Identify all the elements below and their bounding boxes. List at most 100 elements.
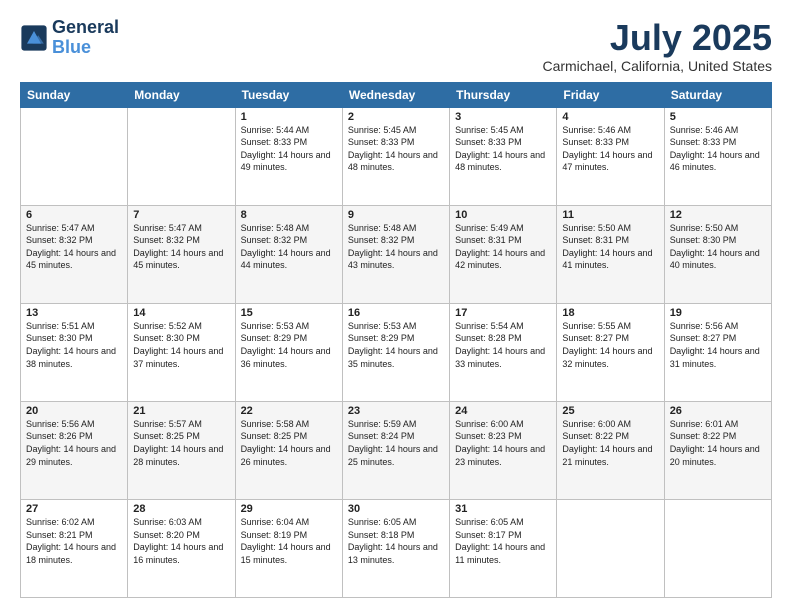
calendar-cell: 12 Sunrise: 5:50 AM Sunset: 8:30 PM Dayl… xyxy=(664,205,771,303)
calendar-cell: 8 Sunrise: 5:48 AM Sunset: 8:32 PM Dayli… xyxy=(235,205,342,303)
calendar-cell: 5 Sunrise: 5:46 AM Sunset: 8:33 PM Dayli… xyxy=(664,107,771,205)
calendar-header: Sunday Monday Tuesday Wednesday Thursday… xyxy=(21,82,772,107)
day-info: Sunrise: 5:59 AM Sunset: 8:24 PM Dayligh… xyxy=(348,418,444,468)
day-info: Sunrise: 5:48 AM Sunset: 8:32 PM Dayligh… xyxy=(348,222,444,272)
day-info: Sunrise: 6:03 AM Sunset: 8:20 PM Dayligh… xyxy=(133,516,229,566)
sunset: Sunset: 8:32 PM xyxy=(241,235,308,245)
sunset: Sunset: 8:27 PM xyxy=(562,333,629,343)
daylight: Daylight: 14 hours and 45 minutes. xyxy=(26,248,116,271)
day-info: Sunrise: 5:46 AM Sunset: 8:33 PM Dayligh… xyxy=(670,124,766,174)
daylight: Daylight: 14 hours and 38 minutes. xyxy=(26,346,116,369)
logo-icon xyxy=(20,24,48,52)
daylight: Daylight: 14 hours and 43 minutes. xyxy=(348,248,438,271)
sunset: Sunset: 8:23 PM xyxy=(455,431,522,441)
sunset: Sunset: 8:25 PM xyxy=(241,431,308,441)
sunset: Sunset: 8:31 PM xyxy=(562,235,629,245)
day-number: 18 xyxy=(562,307,658,319)
sunrise: Sunrise: 5:45 AM xyxy=(455,125,524,135)
header-thursday: Thursday xyxy=(450,82,557,107)
day-info: Sunrise: 6:05 AM Sunset: 8:18 PM Dayligh… xyxy=(348,516,444,566)
calendar-cell: 18 Sunrise: 5:55 AM Sunset: 8:27 PM Dayl… xyxy=(557,303,664,401)
day-number: 26 xyxy=(670,405,766,417)
day-number: 25 xyxy=(562,405,658,417)
day-number: 11 xyxy=(562,209,658,221)
calendar-body: 1 Sunrise: 5:44 AM Sunset: 8:33 PM Dayli… xyxy=(21,107,772,597)
day-number: 8 xyxy=(241,209,337,221)
calendar-cell: 30 Sunrise: 6:05 AM Sunset: 8:18 PM Dayl… xyxy=(342,499,449,597)
sunrise: Sunrise: 5:47 AM xyxy=(26,223,95,233)
day-number: 15 xyxy=(241,307,337,319)
sunrise: Sunrise: 6:02 AM xyxy=(26,517,95,527)
day-info: Sunrise: 6:05 AM Sunset: 8:17 PM Dayligh… xyxy=(455,516,551,566)
day-number: 10 xyxy=(455,209,551,221)
day-number: 5 xyxy=(670,111,766,123)
sunrise: Sunrise: 5:58 AM xyxy=(241,419,310,429)
sunrise: Sunrise: 5:48 AM xyxy=(241,223,310,233)
day-number: 9 xyxy=(348,209,444,221)
logo-line1: General xyxy=(52,18,119,38)
calendar-cell: 25 Sunrise: 6:00 AM Sunset: 8:22 PM Dayl… xyxy=(557,401,664,499)
sunrise: Sunrise: 5:46 AM xyxy=(670,125,739,135)
page: General Blue July 2025 Carmichael, Calif… xyxy=(0,0,792,612)
calendar-cell: 7 Sunrise: 5:47 AM Sunset: 8:32 PM Dayli… xyxy=(128,205,235,303)
sunset: Sunset: 8:31 PM xyxy=(455,235,522,245)
header-row: Sunday Monday Tuesday Wednesday Thursday… xyxy=(21,82,772,107)
calendar-cell: 3 Sunrise: 5:45 AM Sunset: 8:33 PM Dayli… xyxy=(450,107,557,205)
sunrise: Sunrise: 5:59 AM xyxy=(348,419,417,429)
daylight: Daylight: 14 hours and 16 minutes. xyxy=(133,542,223,565)
sunrise: Sunrise: 6:05 AM xyxy=(348,517,417,527)
daylight: Daylight: 14 hours and 28 minutes. xyxy=(133,444,223,467)
day-info: Sunrise: 5:51 AM Sunset: 8:30 PM Dayligh… xyxy=(26,320,122,370)
sunset: Sunset: 8:30 PM xyxy=(670,235,737,245)
day-info: Sunrise: 5:45 AM Sunset: 8:33 PM Dayligh… xyxy=(348,124,444,174)
day-info: Sunrise: 6:00 AM Sunset: 8:22 PM Dayligh… xyxy=(562,418,658,468)
sunrise: Sunrise: 6:00 AM xyxy=(455,419,524,429)
sunset: Sunset: 8:32 PM xyxy=(133,235,200,245)
daylight: Daylight: 14 hours and 44 minutes. xyxy=(241,248,331,271)
calendar-cell xyxy=(128,107,235,205)
day-info: Sunrise: 5:56 AM Sunset: 8:26 PM Dayligh… xyxy=(26,418,122,468)
sunrise: Sunrise: 6:01 AM xyxy=(670,419,739,429)
sunrise: Sunrise: 5:50 AM xyxy=(562,223,631,233)
day-number: 27 xyxy=(26,503,122,515)
day-number: 24 xyxy=(455,405,551,417)
sunrise: Sunrise: 6:05 AM xyxy=(455,517,524,527)
sunset: Sunset: 8:28 PM xyxy=(455,333,522,343)
logo-text: General Blue xyxy=(52,18,119,58)
day-number: 2 xyxy=(348,111,444,123)
day-info: Sunrise: 5:58 AM Sunset: 8:25 PM Dayligh… xyxy=(241,418,337,468)
sunset: Sunset: 8:22 PM xyxy=(562,431,629,441)
sunset: Sunset: 8:21 PM xyxy=(26,530,93,540)
sunrise: Sunrise: 5:46 AM xyxy=(562,125,631,135)
calendar-week-2: 6 Sunrise: 5:47 AM Sunset: 8:32 PM Dayli… xyxy=(21,205,772,303)
sunset: Sunset: 8:33 PM xyxy=(455,137,522,147)
sunset: Sunset: 8:18 PM xyxy=(348,530,415,540)
sunset: Sunset: 8:33 PM xyxy=(348,137,415,147)
day-info: Sunrise: 5:47 AM Sunset: 8:32 PM Dayligh… xyxy=(26,222,122,272)
calendar-cell: 23 Sunrise: 5:59 AM Sunset: 8:24 PM Dayl… xyxy=(342,401,449,499)
calendar-week-3: 13 Sunrise: 5:51 AM Sunset: 8:30 PM Dayl… xyxy=(21,303,772,401)
sunrise: Sunrise: 5:50 AM xyxy=(670,223,739,233)
sunrise: Sunrise: 5:48 AM xyxy=(348,223,417,233)
calendar-cell: 16 Sunrise: 5:53 AM Sunset: 8:29 PM Dayl… xyxy=(342,303,449,401)
sunset: Sunset: 8:22 PM xyxy=(670,431,737,441)
day-number: 12 xyxy=(670,209,766,221)
day-number: 7 xyxy=(133,209,229,221)
sunset: Sunset: 8:19 PM xyxy=(241,530,308,540)
sunrise: Sunrise: 5:57 AM xyxy=(133,419,202,429)
day-number: 1 xyxy=(241,111,337,123)
daylight: Daylight: 14 hours and 40 minutes. xyxy=(670,248,760,271)
day-info: Sunrise: 5:52 AM Sunset: 8:30 PM Dayligh… xyxy=(133,320,229,370)
daylight: Daylight: 14 hours and 41 minutes. xyxy=(562,248,652,271)
location: Carmichael, California, United States xyxy=(542,58,772,74)
daylight: Daylight: 14 hours and 18 minutes. xyxy=(26,542,116,565)
daylight: Daylight: 14 hours and 49 minutes. xyxy=(241,150,331,173)
day-number: 6 xyxy=(26,209,122,221)
day-info: Sunrise: 5:56 AM Sunset: 8:27 PM Dayligh… xyxy=(670,320,766,370)
calendar-cell: 20 Sunrise: 5:56 AM Sunset: 8:26 PM Dayl… xyxy=(21,401,128,499)
sunrise: Sunrise: 5:55 AM xyxy=(562,321,631,331)
calendar-cell: 14 Sunrise: 5:52 AM Sunset: 8:30 PM Dayl… xyxy=(128,303,235,401)
day-info: Sunrise: 5:47 AM Sunset: 8:32 PM Dayligh… xyxy=(133,222,229,272)
day-number: 19 xyxy=(670,307,766,319)
sunset: Sunset: 8:24 PM xyxy=(348,431,415,441)
